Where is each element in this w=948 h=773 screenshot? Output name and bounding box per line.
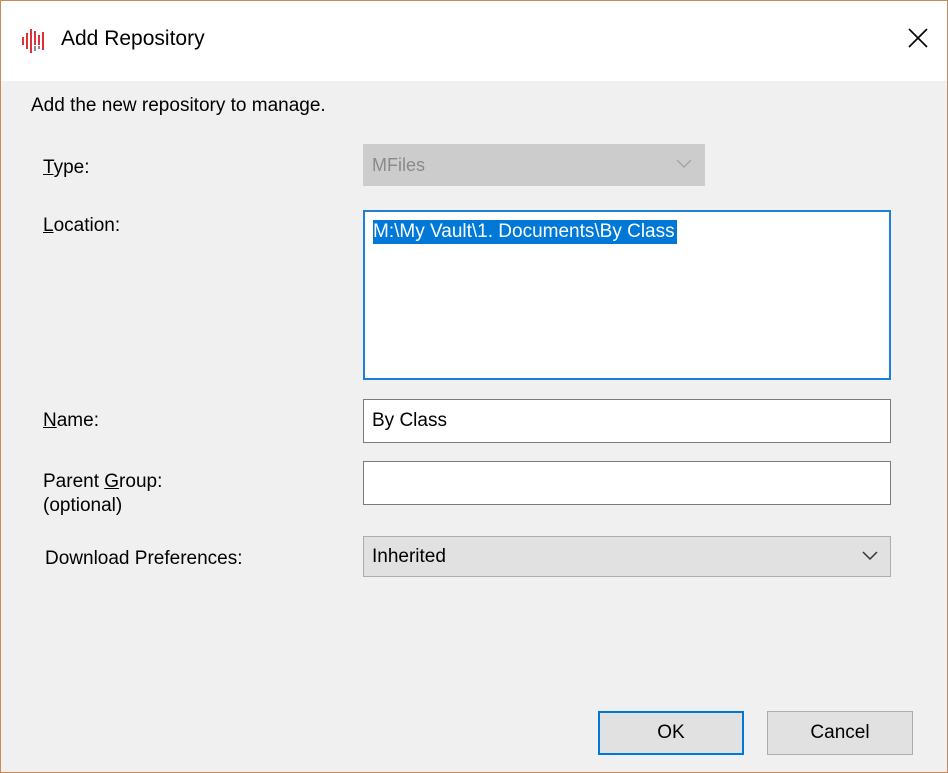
- download-preferences-value: Inherited: [372, 546, 446, 567]
- location-value: M:\My Vault\1. Documents\By Class: [373, 220, 677, 244]
- ok-button[interactable]: OK: [598, 711, 744, 755]
- type-value: MFiles: [372, 155, 425, 175]
- download-preferences-label: Download Preferences:: [45, 548, 243, 569]
- parent-group-optional-label: (optional): [43, 495, 123, 516]
- add-repository-dialog: Add Repository Add the new repository to…: [0, 0, 948, 773]
- window-title: Add Repository: [61, 27, 205, 50]
- location-input[interactable]: M:\My Vault\1. Documents\By Class: [363, 210, 891, 380]
- type-label: Type:: [43, 157, 90, 178]
- download-preferences-dropdown[interactable]: Inherited: [363, 536, 891, 577]
- chevron-down-icon: [676, 159, 692, 169]
- app-logo-icon: [21, 29, 45, 53]
- instructions-text: Add the new repository to manage.: [31, 95, 326, 116]
- cancel-button[interactable]: Cancel: [767, 711, 913, 755]
- name-value: By Class: [372, 410, 447, 431]
- close-icon: [908, 28, 928, 48]
- chevron-down-icon: [862, 551, 878, 561]
- parent-group-input[interactable]: [363, 461, 891, 505]
- parent-group-label: Parent Group: (optional): [43, 471, 163, 516]
- name-label: Name:: [43, 410, 99, 431]
- close-button[interactable]: [895, 15, 941, 61]
- name-input[interactable]: By Class: [363, 399, 891, 443]
- location-label: Location:: [43, 215, 121, 236]
- type-dropdown: MFiles: [363, 144, 705, 186]
- title-bar: Add Repository: [1, 1, 947, 81]
